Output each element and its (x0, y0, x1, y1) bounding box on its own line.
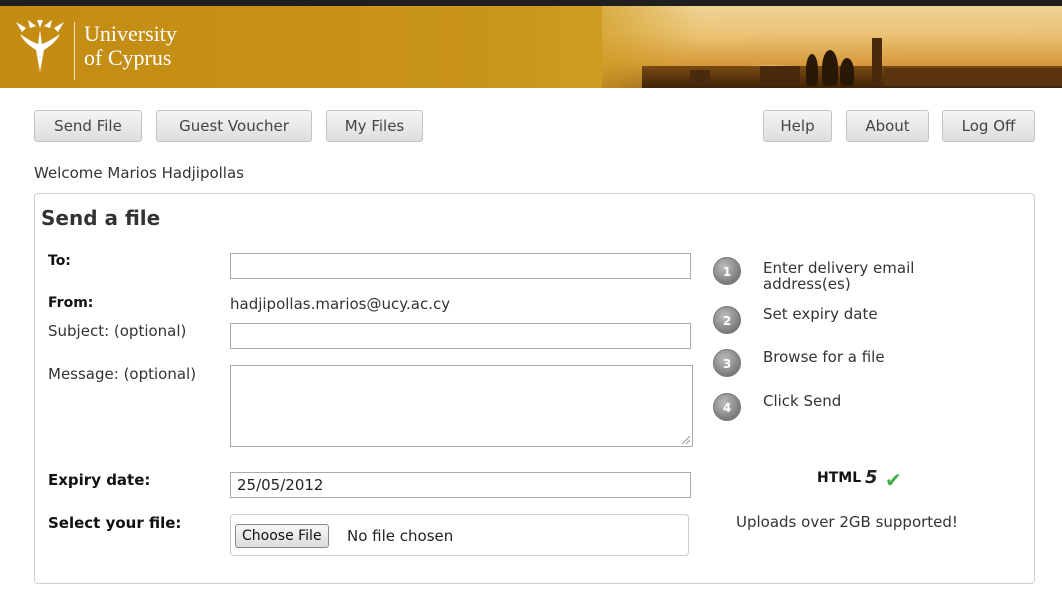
university-logo-icon (16, 20, 64, 72)
step-3-text: Browse for a file (763, 348, 885, 366)
step-1-text: Enter delivery email address(es) (763, 259, 915, 293)
header-banner: University of Cyprus (0, 0, 1062, 88)
about-button[interactable]: About (846, 110, 929, 142)
expiry-label: Expiry date: (48, 471, 151, 489)
panel-title: Send a file (41, 206, 161, 230)
message-field[interactable] (230, 365, 693, 447)
choose-file-button[interactable]: Choose File (235, 524, 329, 548)
step-1-icon: 1 (713, 257, 741, 285)
step-2-icon: 2 (713, 306, 741, 334)
from-label: From: (48, 295, 94, 311)
logo-divider (74, 22, 75, 80)
subject-field[interactable] (230, 323, 691, 349)
banner-building (760, 66, 800, 84)
my-files-button[interactable]: My Files (326, 110, 423, 142)
file-status: No file chosen (347, 527, 454, 545)
html5-number: 5 (865, 467, 878, 488)
banner-tree (840, 58, 854, 86)
to-field[interactable] (230, 253, 691, 279)
banner-tree (822, 50, 838, 86)
file-selector: Choose File No file chosen (230, 514, 689, 556)
send-file-button[interactable]: Send File (34, 110, 142, 142)
file-label: Select your file: (48, 514, 182, 532)
welcome-message: Welcome Marios Hadjipollas (34, 164, 244, 182)
subject-label: Subject: (optional) (48, 322, 187, 340)
step-4-icon: 4 (713, 393, 741, 421)
banner-tower (872, 38, 882, 84)
banner-tree (806, 54, 818, 86)
to-label: To: (48, 253, 71, 269)
logo-line1: University (84, 21, 177, 46)
uploads-note: Uploads over 2GB supported! (736, 513, 958, 531)
html5-label: HTML (817, 470, 862, 486)
log-off-button[interactable]: Log Off (942, 110, 1035, 142)
banner-building (690, 70, 710, 84)
from-value: hadjipollas.marios@ucy.ac.cy (230, 295, 451, 313)
resize-grip-icon[interactable] (682, 436, 690, 444)
message-label: Message: (optional) (48, 365, 197, 383)
step-2-text: Set expiry date (763, 305, 878, 323)
university-name: University of Cyprus (84, 22, 177, 70)
help-button[interactable]: Help (763, 110, 832, 142)
step-3-icon: 3 (713, 349, 741, 377)
logo-line2: of Cyprus (84, 45, 172, 70)
guest-voucher-button[interactable]: Guest Voucher (156, 110, 312, 142)
banner-building (884, 68, 1062, 86)
expiry-date-field[interactable] (230, 472, 691, 498)
step-4-text: Click Send (763, 392, 842, 410)
check-icon: ✔ (885, 468, 902, 492)
